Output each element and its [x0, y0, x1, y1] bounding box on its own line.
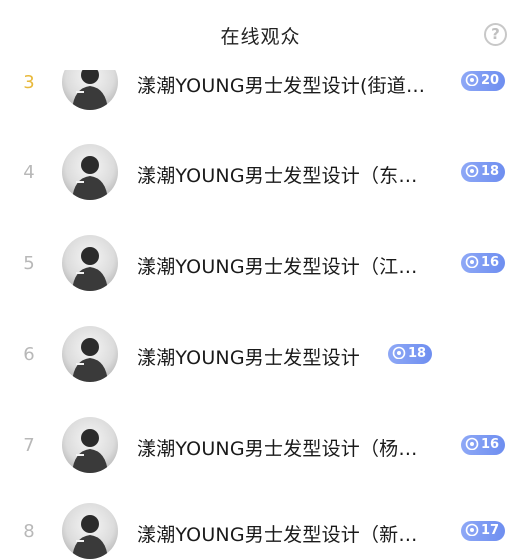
viewer-row[interactable]: 4 漾潮YOUNG男士发型设计（东… 18	[0, 127, 521, 217]
viewer-name: 漾潮YOUNG男士发型设计(街道…	[137, 75, 426, 97]
fan-level-icon	[465, 255, 479, 268]
rank-number: 8	[23, 521, 35, 542]
viewer-row[interactable]: 8 漾潮YOUNG男士发型设计（新… 17	[0, 491, 521, 559]
rank-number: 5	[23, 253, 35, 274]
fan-level-badge: 18	[388, 344, 433, 364]
fan-level-badge: 17	[461, 521, 506, 541]
fan-level-badge: 16	[461, 253, 506, 273]
viewer-name: 漾潮YOUNG男士发型设计（江…	[137, 256, 418, 278]
viewer-name: 漾潮YOUNG男士发型设计（新…	[137, 524, 418, 546]
fan-level-badge: 20	[461, 71, 506, 91]
audience-list: 3 漾潮YOUNG男士发型设计(街道… 20 4 漾潮YOUNG男士发型设计（东…	[0, 0, 521, 559]
fan-level-badge: 16	[461, 435, 506, 455]
fan-level-value: 16	[481, 437, 500, 452]
fan-level-value: 16	[481, 255, 500, 270]
rank-number: 4	[23, 162, 35, 183]
avatar[interactable]	[62, 326, 118, 382]
viewer-row[interactable]: 7 漾潮YOUNG男士发型设计（杨… 16	[0, 400, 521, 490]
rank-number: 7	[23, 435, 35, 456]
fan-level-badge: 18	[461, 162, 506, 182]
viewer-name: 漾潮YOUNG男士发型设计	[137, 347, 360, 369]
fan-level-icon	[465, 164, 479, 177]
page-title: 在线观众	[220, 26, 301, 48]
avatar[interactable]	[62, 503, 118, 559]
avatar[interactable]	[62, 144, 118, 200]
header-bar: 在线观众 ?	[0, 0, 521, 70]
viewer-row[interactable]: 6 漾潮YOUNG男士发型设计 18	[0, 309, 521, 399]
fan-level-value: 17	[481, 523, 500, 538]
fan-level-icon	[465, 437, 479, 450]
viewer-name: 漾潮YOUNG男士发型设计（杨…	[137, 438, 418, 460]
viewer-row[interactable]: 5 漾潮YOUNG男士发型设计（江… 16	[0, 218, 521, 308]
fan-level-icon	[392, 346, 406, 359]
fan-level-value: 18	[481, 164, 500, 179]
avatar[interactable]	[62, 235, 118, 291]
rank-number: 3	[23, 72, 35, 93]
fan-level-value: 20	[481, 73, 500, 88]
question-circle-icon[interactable]: ?	[484, 23, 507, 46]
rank-number: 6	[23, 344, 35, 365]
fan-level-icon	[465, 523, 479, 536]
avatar[interactable]	[62, 417, 118, 473]
viewer-name: 漾潮YOUNG男士发型设计（东…	[137, 165, 418, 187]
fan-level-icon	[465, 73, 479, 86]
fan-level-value: 18	[408, 346, 427, 361]
